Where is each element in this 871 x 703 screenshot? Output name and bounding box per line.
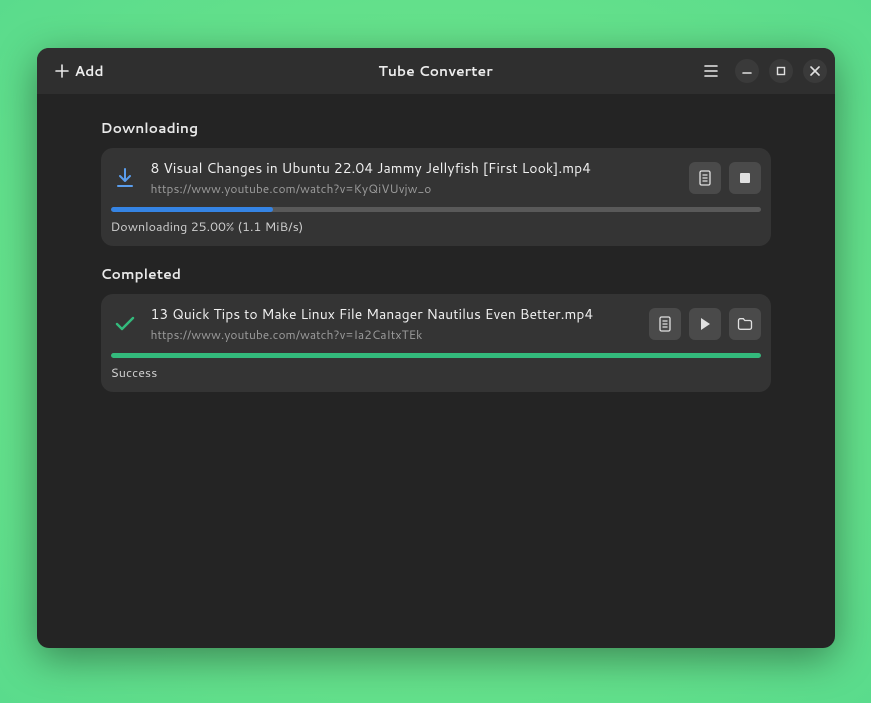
stop-button[interactable] <box>729 162 761 194</box>
completed-progress-fill <box>111 353 761 358</box>
minimize-icon <box>742 66 752 76</box>
download-progress-fill <box>111 207 274 212</box>
play-button[interactable] <box>689 308 721 340</box>
add-button-label: Add <box>75 61 104 81</box>
completed-item-url: https://www.youtube.com/watch?v=Ia2CaItx… <box>151 326 637 343</box>
hamburger-icon <box>704 65 718 77</box>
view-log-button[interactable] <box>689 162 721 194</box>
play-icon <box>699 317 711 331</box>
download-progress-bar <box>111 207 761 212</box>
download-item-title: 8 Visual Changes in Ubuntu 22.04 Jammy J… <box>151 158 677 178</box>
maximize-button[interactable] <box>769 59 793 83</box>
download-card: 8 Visual Changes in Ubuntu 22.04 Jammy J… <box>101 148 771 246</box>
download-item-url: https://www.youtube.com/watch?v=KyQiVUvj… <box>151 180 677 197</box>
completed-status: Success <box>111 364 761 382</box>
download-status: Downloading 25.00% (1.1 MiB/s) <box>111 218 761 236</box>
window-title: Tube Converter <box>378 61 492 81</box>
maximize-icon <box>776 66 786 76</box>
completed-item-title: 13 Quick Tips to Make Linux File Manager… <box>151 304 637 324</box>
titlebar: Add Tube Converter <box>37 48 835 94</box>
app-window: Add Tube Converter <box>37 48 835 648</box>
log-icon <box>698 170 712 186</box>
hamburger-menu-button[interactable] <box>697 57 725 85</box>
add-button[interactable]: Add <box>45 55 114 87</box>
close-button[interactable] <box>803 59 827 83</box>
minimize-button[interactable] <box>735 59 759 83</box>
plus-icon <box>55 64 69 78</box>
open-folder-button[interactable] <box>729 308 761 340</box>
completed-card: 13 Quick Tips to Make Linux File Manager… <box>101 294 771 392</box>
stop-icon <box>739 172 751 184</box>
close-icon <box>810 66 820 76</box>
view-log-button-2[interactable] <box>649 308 681 340</box>
content-area: Downloading 8 Visual Changes in Ubuntu 2… <box>37 94 835 648</box>
completed-progress-bar <box>111 353 761 358</box>
log-icon <box>658 316 672 332</box>
download-icon <box>111 167 139 189</box>
folder-icon <box>737 317 753 331</box>
window-controls <box>697 57 827 85</box>
checkmark-icon <box>111 315 139 333</box>
downloading-section-title: Downloading <box>101 118 771 138</box>
completed-section-title: Completed <box>101 264 771 284</box>
